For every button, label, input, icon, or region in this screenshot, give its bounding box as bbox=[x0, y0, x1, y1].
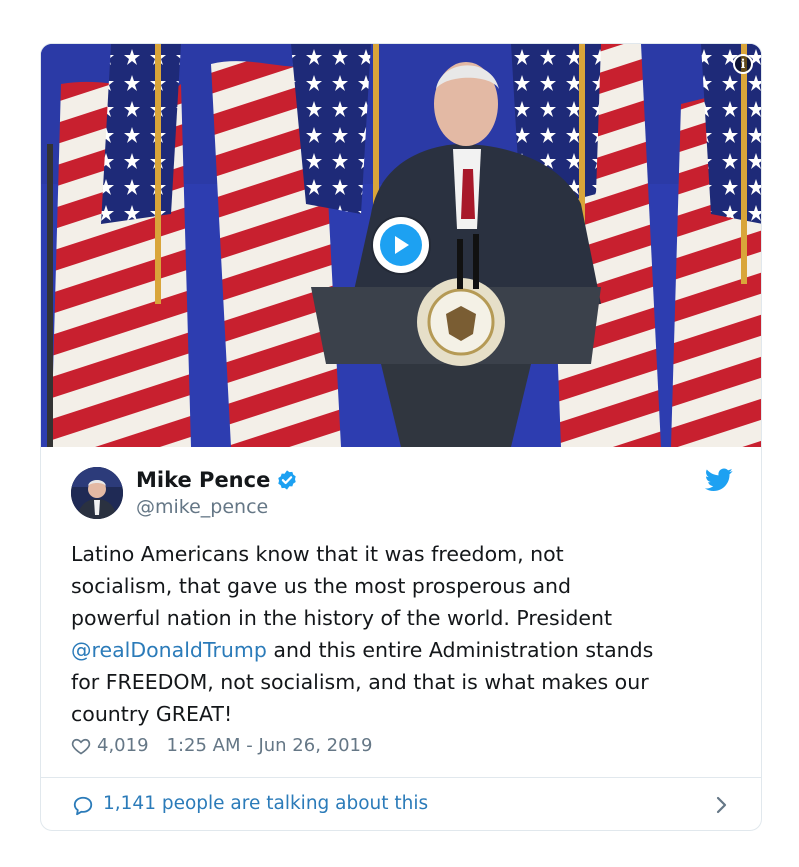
tweet-line-tail: and this entire Administration stands bbox=[266, 638, 654, 662]
tweet-line: Latino Americans know that it was freedo… bbox=[71, 542, 564, 566]
info-icon[interactable]: i bbox=[733, 54, 753, 74]
heart-icon[interactable] bbox=[71, 736, 91, 756]
tweet-meta: 4,019 1:25 AM - Jun 26, 2019 bbox=[71, 735, 372, 756]
tweet-line-with-mention: @realDonaldTrump and this entire Adminis… bbox=[71, 634, 741, 666]
twitter-bird-icon[interactable] bbox=[704, 468, 733, 494]
play-button[interactable] bbox=[373, 217, 429, 273]
flag-right bbox=[671, 44, 761, 447]
tweet-line: for FREEDOM, not socialism, and that is … bbox=[71, 670, 649, 694]
tweet-text: Latino Americans know that it was freedo… bbox=[71, 538, 741, 730]
embedded-tweet-card: i Mike Pence @mike_pence Latino American… bbox=[40, 43, 762, 831]
tweet-line: powerful nation in the history of the wo… bbox=[71, 606, 613, 630]
mention-link[interactable]: @realDonaldTrump bbox=[71, 638, 267, 662]
tweet-line: socialism, that gave us the most prosper… bbox=[71, 574, 572, 598]
people-talking-link[interactable]: 1,141 people are talking about this bbox=[41, 778, 761, 830]
author-display-name[interactable]: Mike Pence bbox=[136, 468, 270, 492]
play-icon bbox=[380, 224, 422, 266]
avatar[interactable] bbox=[71, 467, 123, 519]
like-count[interactable]: 4,019 bbox=[97, 735, 149, 756]
author-handle[interactable]: @mike_pence bbox=[136, 496, 268, 518]
tweet-timestamp[interactable]: 1:25 AM - Jun 26, 2019 bbox=[167, 735, 373, 756]
verified-badge-icon bbox=[276, 469, 298, 491]
people-talking-text[interactable]: 1,141 people are talking about this bbox=[103, 793, 428, 814]
tweet-line: country GREAT! bbox=[71, 702, 233, 726]
flag-left bbox=[51, 44, 191, 447]
speech-bubble-icon bbox=[72, 795, 94, 817]
tweet-video[interactable]: i bbox=[41, 44, 761, 447]
author-name-row: Mike Pence bbox=[136, 468, 298, 492]
chevron-right-icon[interactable] bbox=[715, 795, 729, 815]
